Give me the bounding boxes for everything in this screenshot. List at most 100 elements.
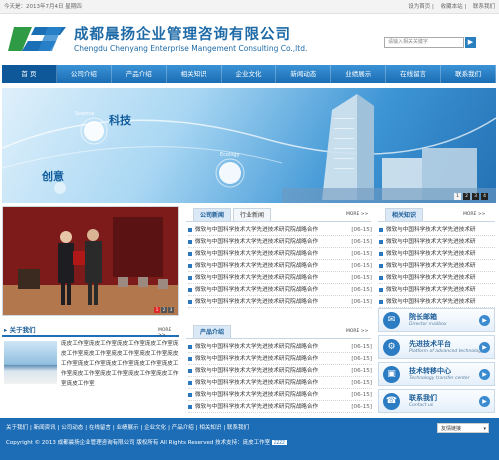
footer-link[interactable]: 相关知识 <box>199 425 221 431</box>
list-item[interactable]: 微软与中国科学技术大学先进技术研 <box>379 224 495 236</box>
list-item[interactable]: 微软与中国科学技术大学先进技术研究院战略合作 [06-15] <box>188 248 372 260</box>
list-item[interactable]: 微软与中国科学技术大学先进技术研 <box>379 284 495 296</box>
list-item[interactable]: 微软与中国科学技术大学先进技术研究院战略合作 [06-15] <box>188 296 372 308</box>
bullet-icon <box>188 287 192 292</box>
arrow-right-icon: ▶ <box>479 315 490 326</box>
bullet-icon <box>379 227 383 232</box>
tech-transfer-button[interactable]: ▣ 技术转移中心 Technology transfer center ▶ <box>378 362 495 386</box>
header: 成都晨扬企业管理咨询有限公司 Chengdu Chenyang Enterpri… <box>0 15 499 64</box>
bullet-icon <box>188 356 192 361</box>
nav-news[interactable]: 新闻动态 <box>276 65 332 83</box>
page: 今天是：2013年7月4日 星期四 设为首页 | 收藏本站 | 联系我们 成都晨… <box>0 0 499 460</box>
set-homepage-link[interactable]: 设为首页 <box>408 4 430 10</box>
banner-ecology: Ecology <box>220 152 240 158</box>
footer-link[interactable]: 关于我们 <box>6 425 28 431</box>
date-text: 今天是：2013年7月4日 星期四 <box>4 4 82 10</box>
tab-products[interactable]: 产品介绍 <box>193 325 232 338</box>
list-item[interactable]: 微软与中国科学技术大学先进技术研 <box>379 236 495 248</box>
list-item[interactable]: 微软与中国科学技术大学先进技术研究院战略合作 [06-15] <box>188 365 372 377</box>
tab-industry-news[interactable]: 行业新闻 <box>233 208 272 221</box>
director-mailbox-button[interactable]: ✉ 院长邮箱 Director mailbox ▶ <box>378 308 495 332</box>
bullet-icon <box>379 275 383 280</box>
bullet-icon <box>379 263 383 268</box>
footer-link[interactable]: 在线留言 <box>89 425 111 431</box>
nav-contact[interactable]: 联系我们 <box>441 65 497 83</box>
footer-link[interactable]: 产品介绍 <box>172 425 194 431</box>
nav-products[interactable]: 产品介绍 <box>112 65 167 83</box>
about-more-link[interactable]: MORE >> <box>158 328 179 338</box>
footer-link[interactable]: 企业文化 <box>144 425 166 431</box>
photo-dot-2[interactable]: 2 <box>161 307 167 313</box>
bullet-icon <box>379 287 383 292</box>
friend-links-select[interactable]: 友情链接 ▾ <box>437 423 489 433</box>
footer-link[interactable]: 联系我们 <box>227 425 249 431</box>
bullet-icon <box>188 344 192 349</box>
nav-company[interactable]: 公司介绍 <box>57 65 112 83</box>
bullet-icon <box>188 404 192 409</box>
top-bar: 今天是：2013年7月4日 星期四 设为首页 | 收藏本站 | 联系我们 <box>0 0 499 14</box>
nav-achievements[interactable]: 业绩展示 <box>331 65 387 83</box>
banner-dot-3[interactable]: 3 <box>472 193 479 200</box>
about-section: ▸ 关于我们 MORE >> 庞皮工作室庞皮工作室庞皮工作室庞皮工作室庞皮工作室… <box>2 325 179 411</box>
list-item[interactable]: 微软与中国科学技术大学先进技术研究院战略合作 [06-15] <box>188 260 372 272</box>
bookmark-link[interactable]: 收藏本站 <box>441 4 463 10</box>
footer-link[interactable]: 业绩展示 <box>117 425 139 431</box>
bullet-icon <box>188 380 192 385</box>
company-name-cn: 成都晨扬企业管理咨询有限公司 <box>74 26 291 43</box>
list-item[interactable]: 微软与中国科学技术大学先进技术研究院战略合作 [06-15] <box>188 284 372 296</box>
about-text: 庞皮工作室庞皮工作室庞皮工作室庞皮工作室庞皮工作室庞皮工作室庞皮工作室庞皮工作室… <box>61 341 179 387</box>
banner-dot-4[interactable]: 4 <box>481 193 488 200</box>
bullet-icon <box>188 263 192 268</box>
list-item[interactable]: 微软与中国科学技术大学先进技术研究院战略合作 [06-15] <box>188 236 372 248</box>
footer-link[interactable]: 公司动态 <box>61 425 83 431</box>
banner-dot-1[interactable]: 1 <box>454 193 461 200</box>
tab-knowledge[interactable]: 相关知识 <box>385 208 424 221</box>
photo-dot-3[interactable]: 3 <box>168 307 174 313</box>
stats-badge[interactable]: ZZZZ <box>271 440 287 445</box>
footer-link[interactable]: 新闻资讯 <box>34 425 56 431</box>
contact-us-button[interactable]: ☎ 联系我们 Contact us ▶ <box>378 389 495 413</box>
list-item[interactable]: 微软与中国科学技术大学先进技术研究院战略合作 [06-15] <box>188 272 372 284</box>
banner-dot-2[interactable]: 2 <box>463 193 470 200</box>
bullet-icon <box>188 239 192 244</box>
gear-icon: ⚙ <box>383 339 400 356</box>
arrow-right-icon: ▶ <box>479 342 490 353</box>
nav-culture[interactable]: 企业文化 <box>222 65 277 83</box>
products-more-link[interactable]: MORE >> <box>346 329 368 334</box>
nav-message[interactable]: 在线留言 <box>386 65 442 83</box>
list-item[interactable]: 微软与中国科学技术大学先进技术研究院战略合作 [06-15] <box>188 389 372 401</box>
contact-link[interactable]: 联系我们 <box>473 4 495 10</box>
list-item[interactable]: 微软与中国科学技术大学先进技术研 <box>379 248 495 260</box>
tab-company-news[interactable]: 公司新闻 <box>193 208 232 221</box>
tech-platform-button[interactable]: ⚙ 先进技术平台 Platform of advanced technology… <box>378 335 495 359</box>
photo-slideshow[interactable]: 1 2 3 <box>2 206 179 316</box>
list-item[interactable]: 微软与中国科学技术大学先进技术研究院战略合作 [06-15] <box>188 341 372 353</box>
photo-dot-1[interactable]: 1 <box>154 307 160 313</box>
bullet-icon <box>188 227 192 232</box>
bullet-icon <box>379 299 383 304</box>
footer: 关于我们 | 新闻资讯 | 公司动态 | 在线留言 | 业绩展示 | 企业文化 | 产品介绍… <box>0 418 499 460</box>
list-item[interactable]: 微软与中国科学技术大学先进技术研究院战略合作 [06-15] <box>188 224 372 236</box>
hero-banner[interactable]: Science 科技 Ecology 创意 1 2 3 4 <box>2 88 496 203</box>
knowledge-more-link[interactable]: MORE >> <box>463 212 485 217</box>
list-item[interactable]: 微软与中国科学技术大学先进技术研 <box>379 260 495 272</box>
news-more-link[interactable]: MORE >> <box>346 212 368 217</box>
banner-pager: 1 2 3 4 <box>452 193 488 200</box>
copyright-text: Copyright © 2013 成都晨扬企业管理咨询有限公司 版权所有 All… <box>6 440 287 446</box>
company-logo[interactable] <box>8 23 68 55</box>
search-input[interactable]: 请输入相关关键字 <box>384 37 464 48</box>
list-item[interactable]: 微软与中国科学技术大学先进技术研 <box>379 272 495 284</box>
nav-home[interactable]: 首 页 <box>2 65 57 83</box>
bullet-icon <box>379 251 383 256</box>
list-item[interactable]: 微软与中国科学技术大学先进技术研究院战略合作 [06-15] <box>188 353 372 365</box>
products-divider <box>186 338 371 339</box>
news-tabs: 公司新闻 行业新闻 <box>193 208 273 221</box>
search-button[interactable]: ▶ <box>465 37 476 48</box>
bullet-icon <box>188 275 192 280</box>
list-item[interactable]: 微软与中国科学技术大学先进技术研究院战略合作 [06-15] <box>188 401 372 413</box>
list-item[interactable]: 微软与中国科学技术大学先进技术研 <box>379 296 495 308</box>
nav-knowledge[interactable]: 相关知识 <box>167 65 222 83</box>
bullet-icon <box>188 368 192 373</box>
knowledge-divider <box>378 221 495 222</box>
list-item[interactable]: 微软与中国科学技术大学先进技术研究院战略合作 [06-15] <box>188 377 372 389</box>
